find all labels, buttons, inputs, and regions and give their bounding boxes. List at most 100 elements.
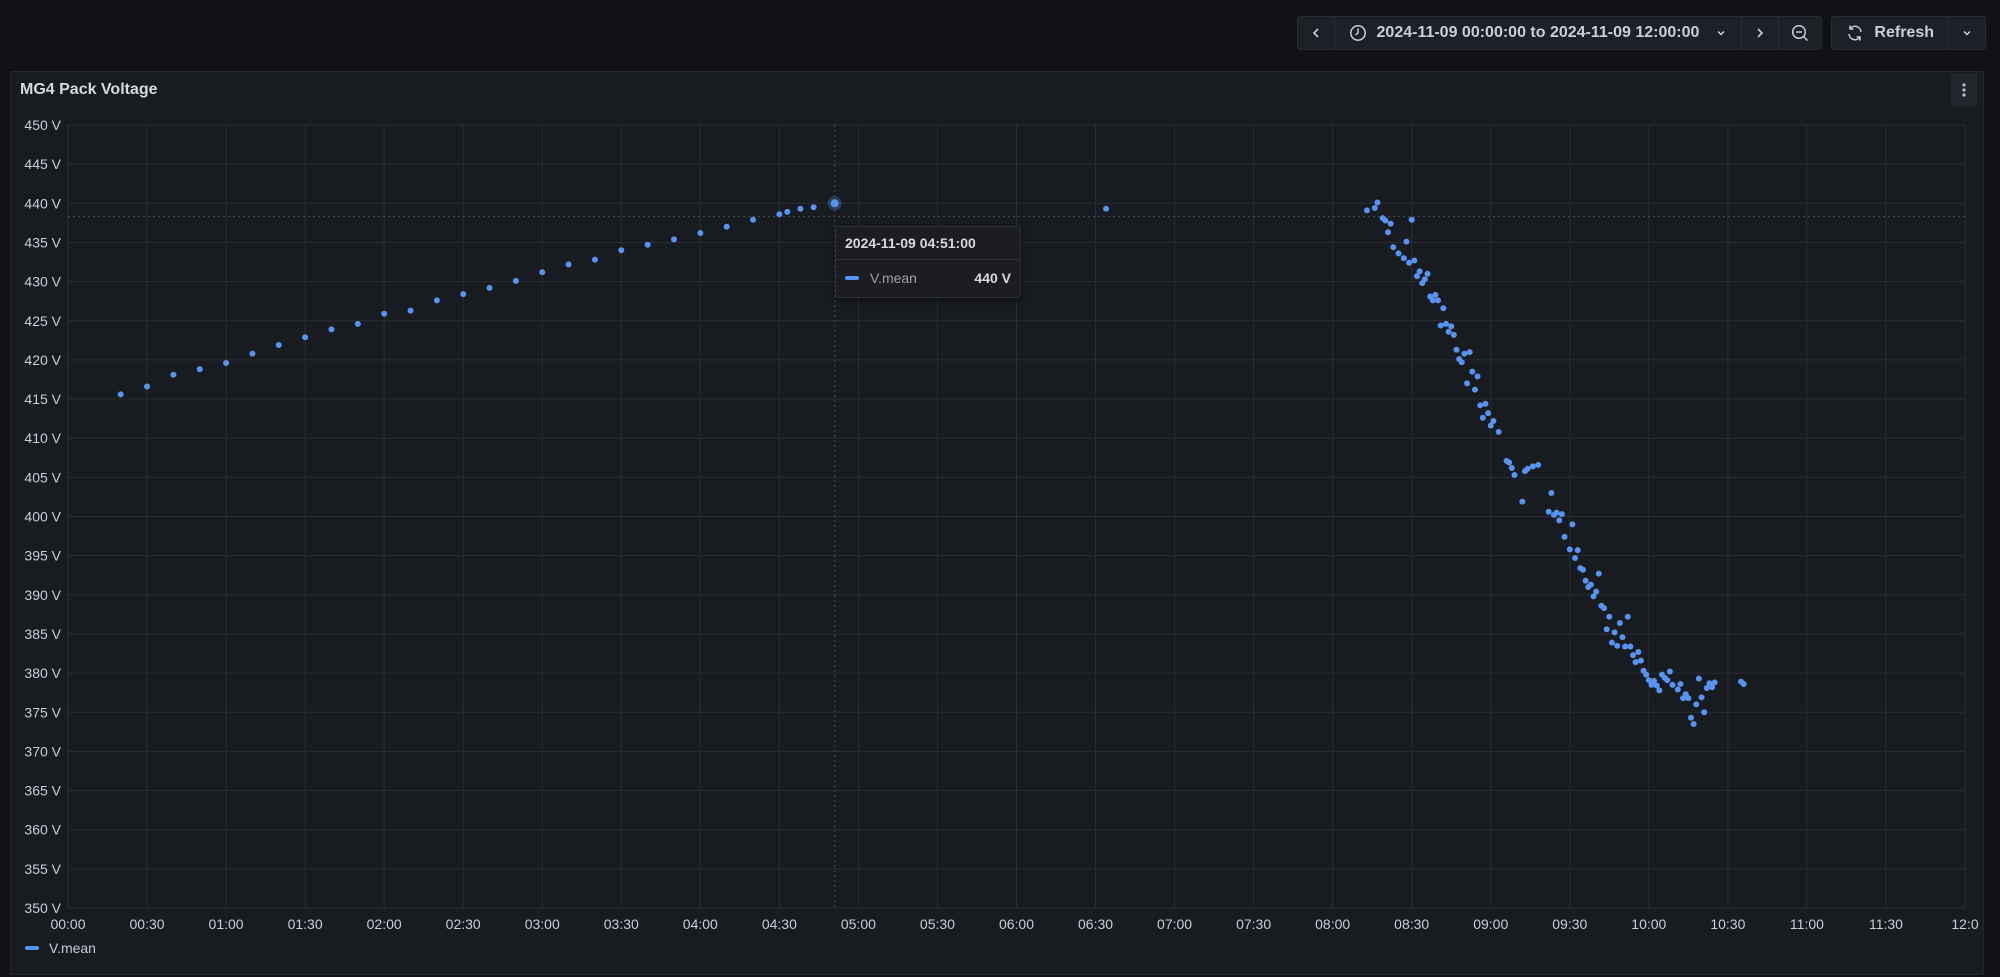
data-point	[223, 360, 230, 367]
data-point	[1574, 547, 1581, 554]
data-point	[1450, 331, 1457, 338]
data-point	[117, 391, 124, 398]
data-point	[1627, 643, 1634, 650]
x-tick-label: 11:30	[1869, 916, 1903, 932]
data-point	[1637, 657, 1644, 664]
data-point	[1485, 410, 1492, 417]
tooltip-series: V.mean	[870, 270, 917, 286]
data-point	[1432, 291, 1439, 298]
data-point	[1601, 605, 1608, 612]
scatter-chart[interactable]: 450 V 445 V 440 V 435 V 430 V 425 V 420 V 415 V…	[11, 72, 1983, 974]
time-picker-group: 2024-11-09 00:00:00 to 2024-11-09 12:00:…	[1296, 16, 1823, 50]
zoom-out-icon	[1792, 24, 1809, 42]
data-point	[1701, 709, 1708, 716]
dashboard-toolbar: 2024-11-09 00:00:00 to 2024-11-09 12:00:…	[1296, 16, 1986, 50]
x-tick-label: 02:00	[367, 916, 402, 932]
clock-icon	[1349, 25, 1366, 41]
y-tick-label: 385 V	[24, 626, 61, 642]
time-range-picker[interactable]: 2024-11-09 00:00:00 to 2024-11-09 12:00:…	[1335, 17, 1743, 49]
data-point	[1566, 546, 1573, 553]
tooltip-swatch	[845, 276, 859, 280]
data-point	[1664, 677, 1671, 684]
x-tick-label: 01:30	[288, 916, 323, 932]
data-point	[1593, 588, 1600, 595]
data-point	[1464, 380, 1471, 387]
data-point	[644, 241, 651, 248]
time-shift-back-button[interactable]	[1298, 17, 1335, 49]
data-point	[1421, 276, 1428, 283]
data-point	[1698, 694, 1705, 701]
time-shift-forward-button[interactable]	[1742, 17, 1780, 49]
data-point	[1506, 459, 1513, 466]
data-point	[1553, 509, 1560, 516]
data-point	[1382, 217, 1389, 224]
data-point	[381, 310, 388, 317]
data-point	[776, 211, 783, 218]
data-point	[1374, 199, 1381, 206]
data-point	[1674, 686, 1681, 693]
x-tick-label: 03:00	[525, 916, 560, 932]
data-point	[1687, 714, 1694, 721]
zoom-out-button[interactable]	[1779, 17, 1821, 49]
x-tick-label: 06:00	[999, 916, 1034, 932]
y-tick-label: 400 V	[24, 509, 61, 525]
x-tick-label: 08:30	[1394, 916, 1429, 932]
y-tick-label: 430 V	[24, 274, 61, 290]
data-point	[1614, 642, 1621, 649]
x-tick-label: 04:30	[762, 916, 797, 932]
data-point	[486, 284, 493, 291]
data-point	[1535, 461, 1542, 468]
x-tick-label: 05:00	[841, 916, 876, 932]
data-point	[1685, 695, 1692, 702]
data-point	[275, 342, 282, 349]
data-point	[144, 383, 151, 390]
x-tick-label: 09:00	[1473, 916, 1508, 932]
data-point	[1400, 255, 1407, 262]
refresh-button[interactable]: Refresh	[1832, 17, 1949, 49]
data-point	[1435, 297, 1442, 304]
data-point	[1622, 643, 1629, 650]
data-point	[1390, 244, 1397, 251]
data-point	[1363, 207, 1370, 214]
x-tick-label: 10:00	[1631, 916, 1666, 932]
tooltip-time: 2024-11-09 04:51:00	[836, 227, 1020, 260]
data-point	[249, 350, 256, 357]
data-point	[723, 223, 730, 230]
data-point	[1424, 270, 1431, 277]
y-tick-label: 355 V	[24, 861, 61, 877]
x-tick-label: 07:30	[1236, 916, 1271, 932]
legend-swatch	[25, 946, 39, 950]
data-point	[1548, 490, 1555, 497]
data-point	[1477, 402, 1484, 409]
data-point	[433, 297, 440, 304]
data-point	[1448, 323, 1455, 330]
data-point	[1406, 259, 1413, 266]
data-point	[1740, 681, 1747, 688]
refresh-label: Refresh	[1874, 24, 1934, 41]
data-point	[1461, 350, 1468, 357]
x-tick-label: 12:0	[1951, 916, 1978, 932]
y-tick-label: 410 V	[24, 430, 61, 446]
y-tick-label: 350 V	[24, 900, 61, 916]
legend-item[interactable]: V.mean	[25, 940, 96, 956]
chevron-down-icon	[1963, 30, 1971, 36]
y-tick-label: 420 V	[24, 352, 61, 368]
data-point	[539, 269, 546, 276]
chevron-right-icon	[1757, 28, 1764, 38]
data-point	[1471, 386, 1478, 393]
refresh-icon	[1848, 25, 1863, 41]
data-point	[1545, 508, 1552, 515]
data-point	[1453, 346, 1460, 353]
data-point	[1677, 681, 1684, 688]
data-point	[1619, 634, 1626, 641]
tooltip-row: V.mean 440 V	[836, 260, 1020, 296]
data-point	[1408, 216, 1415, 223]
data-point	[1437, 322, 1444, 329]
data-point	[1519, 498, 1526, 505]
refresh-interval-dropdown[interactable]	[1949, 17, 1985, 49]
y-tick-label: 365 V	[24, 783, 61, 799]
data-point	[328, 326, 335, 333]
data-point	[1556, 517, 1563, 524]
data-point	[1582, 577, 1589, 584]
x-tick-label: 06:30	[1078, 916, 1113, 932]
